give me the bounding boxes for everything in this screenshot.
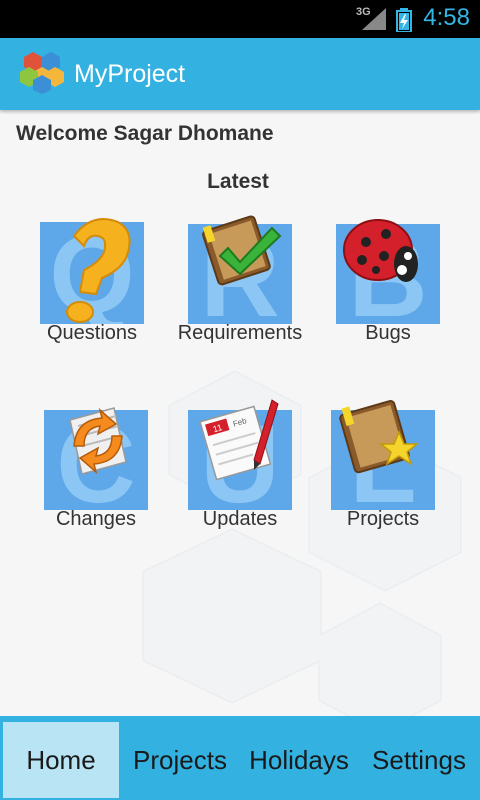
bottom-navigation: Home Projects Holidays Settings [0,716,480,800]
tile-label: Changes [55,508,137,530]
tile-projects[interactable]: L Projects [308,398,458,531]
app-bar: MyProject [0,38,480,110]
tile-changes[interactable]: C Changes [21,398,171,531]
tile-label: Requirements [177,322,303,344]
nav-projects[interactable]: Projects [122,722,238,798]
ladybug-icon: B [336,217,440,340]
tile-bugs[interactable]: B Bugs [313,212,463,345]
hexagon-cluster-logo-icon[interactable] [20,50,66,96]
clock: 4:58 [423,4,470,31]
nav-settings[interactable]: Settings [361,722,477,798]
tile-label: Updates [202,508,278,530]
section-title: Latest [207,170,269,193]
tile-label: Projects [346,508,420,530]
calendar-pen-icon: U 11 Feb [188,399,292,526]
tile-requirements[interactable]: R Requirements [165,212,315,345]
app-title: MyProject [74,60,186,88]
status-bar: 3G 4:58 [0,0,480,38]
tile-label: Questions [46,322,138,344]
notebook-check-icon: R [188,215,292,340]
question-mark-icon: Q [40,213,144,336]
app-screen: 3G 4:58 MyProject Welcome Sagar Dhomane … [0,0,480,800]
nav-holidays[interactable]: Holidays [241,722,357,798]
notebook-star-icon: L [331,400,435,526]
signal-icon [362,8,386,30]
nav-home[interactable]: Home [3,722,119,798]
sync-document-icon: C [44,403,148,526]
tile-label: Bugs [365,322,411,344]
welcome-text: Welcome Sagar Dhomane [16,122,274,145]
tile-updates[interactable]: U 11 Feb Updates [165,398,315,531]
battery-charging-icon [396,8,412,32]
tile-questions[interactable]: Q Questions [17,212,167,345]
